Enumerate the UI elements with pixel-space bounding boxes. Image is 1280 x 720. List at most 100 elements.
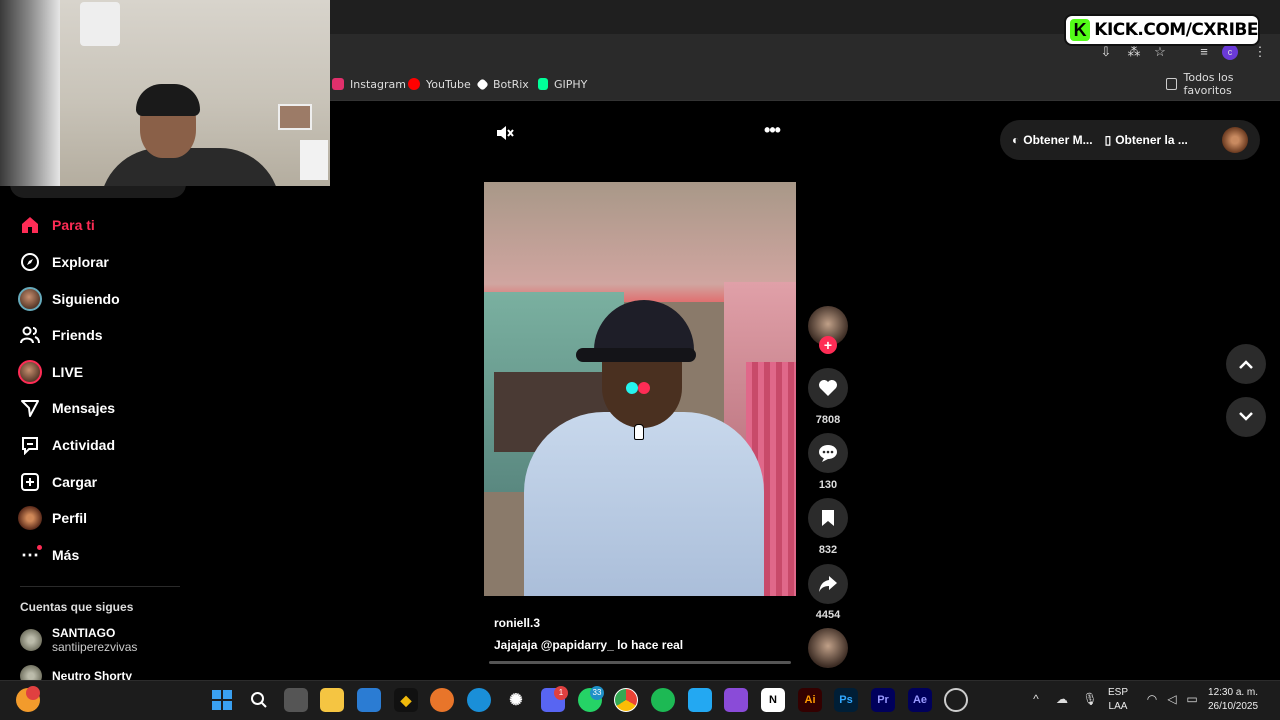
after-effects-icon[interactable]: Ae [908, 688, 932, 712]
system-clock[interactable]: 12:30 a. m. 26/10/2025 [1208, 686, 1258, 714]
sidebar-item-para-ti[interactable]: Para ti [18, 211, 95, 239]
sidebar-item-label: Friends [52, 327, 103, 343]
mute-icon[interactable] [495, 123, 515, 143]
sidebar-item-cargar[interactable]: Cargar [18, 468, 97, 496]
music-disc-avatar[interactable] [808, 628, 848, 668]
premiere-icon[interactable]: Pr [871, 688, 895, 712]
folder-icon [1166, 78, 1178, 90]
tray-chevron-up-icon[interactable]: ^ [1028, 692, 1044, 708]
next-video-button[interactable] [1226, 397, 1266, 437]
vscode-icon[interactable] [688, 688, 712, 712]
file-explorer-icon[interactable] [320, 688, 344, 712]
avatar [20, 629, 42, 651]
hand-cursor-icon [634, 424, 644, 440]
sidebar-item-perfil[interactable]: Perfil [18, 504, 87, 532]
video-player[interactable] [484, 182, 796, 596]
get-coins-button[interactable]: ◐ Obtener M... [1012, 133, 1093, 147]
tray-app-icon[interactable]: ☁ [1054, 692, 1070, 708]
notion-icon[interactable]: N [761, 688, 785, 712]
like-button[interactable] [808, 368, 848, 408]
profile-icon[interactable]: c [1222, 44, 1238, 60]
sidebar-item-live[interactable]: LIVE [18, 358, 83, 386]
bookmark-instagram[interactable]: Instagram [332, 75, 406, 93]
video-progress-bar[interactable] [489, 661, 791, 664]
clock-date: 26/10/2025 [1208, 701, 1259, 712]
video-caption: Jajajaja @papidarry_ lo hace real [494, 638, 684, 652]
menu-kebab-icon[interactable]: ⋮ [1252, 44, 1268, 60]
notification-badge [26, 686, 40, 700]
account-name: SANTIAGO [52, 626, 116, 640]
language-indicator[interactable]: ESP LAA [1108, 686, 1128, 714]
fl-studio-icon[interactable] [430, 688, 454, 712]
share-icon [819, 576, 837, 592]
video-more-options-icon[interactable]: ••• [760, 121, 784, 140]
chatgpt-icon[interactable]: ✺ [504, 688, 528, 712]
bookmark-icon [822, 510, 834, 526]
windows-start-icon[interactable] [210, 688, 234, 712]
comment-button[interactable] [808, 433, 848, 473]
sidebar-item-mas[interactable]: ⋯ Más [18, 541, 79, 569]
share-button[interactable] [808, 564, 848, 604]
spotify-icon[interactable] [651, 688, 675, 712]
bookmark-giphy[interactable]: GIPHY [538, 75, 587, 93]
sidebar-item-actividad[interactable]: Actividad [18, 431, 115, 459]
save-button[interactable] [808, 498, 848, 538]
sidebar-item-label: Más [52, 547, 80, 563]
sidebar-item-label: Mensajes [52, 400, 116, 416]
save-count: 832 [818, 544, 838, 556]
obs-icon[interactable] [944, 688, 968, 712]
kick-overlay-logo: K KICK.COM/CXRIBE [1064, 14, 1260, 46]
edge-icon[interactable] [467, 688, 491, 712]
following-account-item[interactable]: SANTIAGO santiiperezvivas [20, 626, 137, 654]
bookmark-label: GIPHY [554, 77, 588, 91]
volume-icon[interactable]: ◁ [1164, 692, 1180, 708]
get-app-pill: ◐ Obtener M... ▯ Obtener la ... [1000, 120, 1260, 160]
bookmark-star-icon[interactable]: ☆ [1152, 44, 1168, 60]
sidebar-item-label: LIVE [52, 364, 84, 380]
clock-time: 12:30 a. m. [1208, 687, 1259, 698]
sidebar-item-label: Actividad [52, 437, 116, 453]
wifi-icon[interactable]: ◠ [1144, 692, 1160, 708]
like-count: 7808 [815, 414, 841, 426]
install-icon[interactable]: ⇩ [1098, 44, 1114, 60]
sidebar-item-explorar[interactable]: Explorar [18, 248, 109, 276]
all-favorites-folder[interactable]: Todos los favoritos [1166, 71, 1280, 97]
task-view-icon[interactable] [284, 688, 308, 712]
get-coins-label: Obtener M... [1023, 133, 1093, 147]
user-avatar[interactable] [1222, 127, 1248, 153]
activity-icon [18, 433, 42, 457]
binance-icon[interactable]: ◆ [394, 688, 418, 712]
bookmark-botrix[interactable]: BotRix [476, 75, 529, 93]
sidebar-item-label: Explorar [52, 254, 109, 270]
chrome-icon[interactable] [614, 688, 638, 712]
follow-plus-icon[interactable]: + [819, 336, 837, 354]
microsoft-store-icon[interactable] [357, 688, 381, 712]
sidebar-item-friends[interactable]: Friends [18, 321, 103, 349]
share-count: 4454 [815, 609, 841, 621]
kick-channel-label: KICK.COM/CXRIBE [1094, 20, 1258, 40]
visual-studio-icon[interactable] [724, 688, 748, 712]
bookmark-youtube[interactable]: YouTube [408, 75, 471, 93]
sidebar-item-siguiendo[interactable]: Siguiendo [18, 285, 120, 313]
following-section-title: Cuentas que sigues [20, 600, 134, 614]
friends-icon [18, 323, 42, 347]
battery-icon[interactable]: ▭ [1184, 692, 1200, 708]
upload-icon [18, 470, 42, 494]
search-icon[interactable] [247, 688, 271, 712]
translate-icon[interactable]: ⁂ [1126, 44, 1142, 60]
illustrator-icon[interactable]: Ai [798, 688, 822, 712]
more-icon: ⋯ [18, 543, 42, 567]
get-app-button[interactable]: ▯ Obtener la ... [1105, 133, 1188, 147]
photoshop-icon[interactable]: Ps [834, 688, 858, 712]
bookmark-label: Instagram [350, 77, 406, 91]
previous-video-button[interactable] [1226, 344, 1266, 384]
microphone-icon[interactable]: 🎙 [1082, 692, 1098, 708]
video-username[interactable]: roniell.3 [494, 616, 540, 630]
sidebar-item-label: Cargar [52, 474, 98, 490]
bookmark-label: YouTube [426, 77, 471, 91]
sidebar-item-mensajes[interactable]: Mensajes [18, 394, 115, 422]
sidebar-item-label: Siguiendo [52, 291, 120, 307]
chevron-up-icon [1239, 360, 1253, 369]
live-avatar [18, 360, 42, 384]
media-icon[interactable]: ≡ [1196, 44, 1212, 60]
